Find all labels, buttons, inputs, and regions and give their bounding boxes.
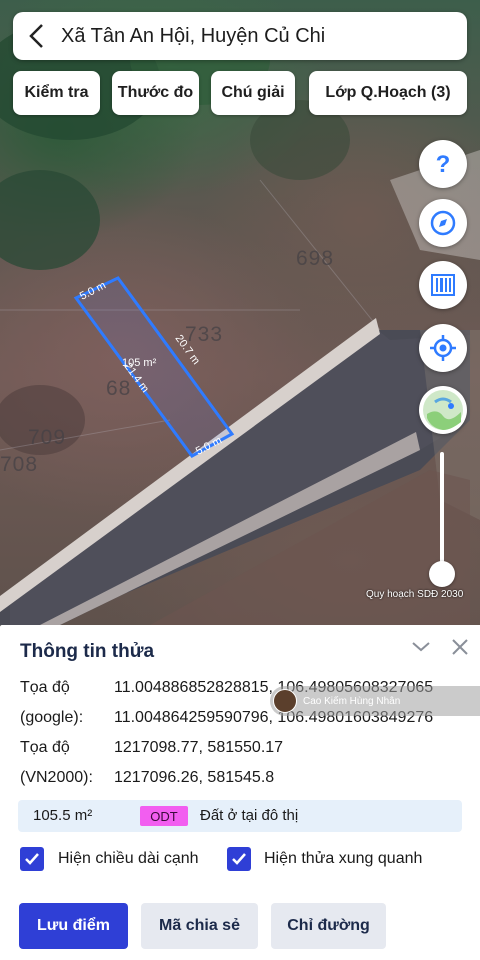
coord-google-label: Tọa độ (20, 679, 70, 696)
parcel-area-label: 105 m² (122, 357, 157, 369)
chevron-left-icon (29, 24, 43, 48)
show-neighbors-label: Hiện thửa xung quanh (264, 850, 423, 867)
directions-button[interactable]: Chỉ đường (271, 903, 386, 949)
locate-button[interactable] (419, 324, 467, 372)
chevron-down-icon[interactable] (409, 635, 433, 659)
show-edges-label: Hiện chiều dài cạnh (58, 850, 199, 867)
map-layer-icon (423, 390, 463, 430)
land-use-type: Đất ở tại đô thị (200, 807, 299, 824)
location-title: Xã Tân An Hội, Huyện Củ Chi (61, 24, 326, 47)
show-neighbors-checkbox[interactable] (227, 847, 251, 871)
coord-vn2000-sublabel: (VN2000): (20, 769, 93, 786)
land-code-badge: ODT (140, 806, 188, 826)
sheet-title: Thông tin thửa (20, 641, 155, 662)
map-view[interactable]: 698 733 68 709 708 5.0 m 20.7 m 5.0 m 21… (0, 0, 480, 625)
help-icon: ? (436, 151, 451, 178)
compass-button[interactable] (419, 199, 467, 247)
map-layer-button[interactable] (419, 386, 467, 434)
planning-opacity-slider[interactable] (440, 452, 444, 574)
measure-tool-button[interactable]: Thước đo (112, 71, 199, 115)
author-watermark: Cao Kiếm Hùng Nhân (270, 686, 480, 716)
planning-layer-label: Quy hoạch SDĐ 2030 (366, 589, 464, 600)
coord-vn2000-value-2: 1217096.26, 581545.8 (114, 769, 275, 786)
parcel-area: 105.5 m² (33, 807, 93, 824)
slider-thumb[interactable] (429, 561, 455, 587)
svg-text:?: ? (436, 151, 451, 178)
barcode-button[interactable] (419, 261, 467, 309)
checkmark-icon (25, 853, 39, 865)
location-search-bar[interactable]: Xã Tân An Hội, Huyện Củ Chi (13, 12, 467, 60)
back-button[interactable] (13, 12, 61, 60)
check-tool-button[interactable]: Kiểm tra (13, 71, 100, 115)
barcode-icon (431, 274, 455, 296)
help-button[interactable]: ? (419, 140, 467, 188)
coord-vn2000-label: Tọa độ (20, 739, 70, 756)
compass-icon (430, 210, 456, 236)
share-code-button[interactable]: Mã chia sẻ (141, 903, 258, 949)
close-icon[interactable] (448, 635, 472, 659)
author-name: Cao Kiếm Hùng Nhân (303, 695, 401, 707)
planning-layer-button[interactable]: Lớp Q.Hoạch (3) (309, 71, 467, 115)
coord-google-sublabel: (google): (20, 709, 84, 726)
land-use-row: 105.5 m² ODT Đất ở tại đô thị (18, 800, 462, 832)
avatar (273, 689, 297, 713)
show-edges-checkbox[interactable] (20, 847, 44, 871)
coord-vn2000-value-1: 1217098.77, 581550.17 (114, 739, 284, 756)
save-point-button[interactable]: Lưu điểm (19, 903, 128, 949)
legend-button[interactable]: Chú giải (211, 71, 295, 115)
locate-icon (430, 335, 456, 361)
checkmark-icon (232, 853, 246, 865)
